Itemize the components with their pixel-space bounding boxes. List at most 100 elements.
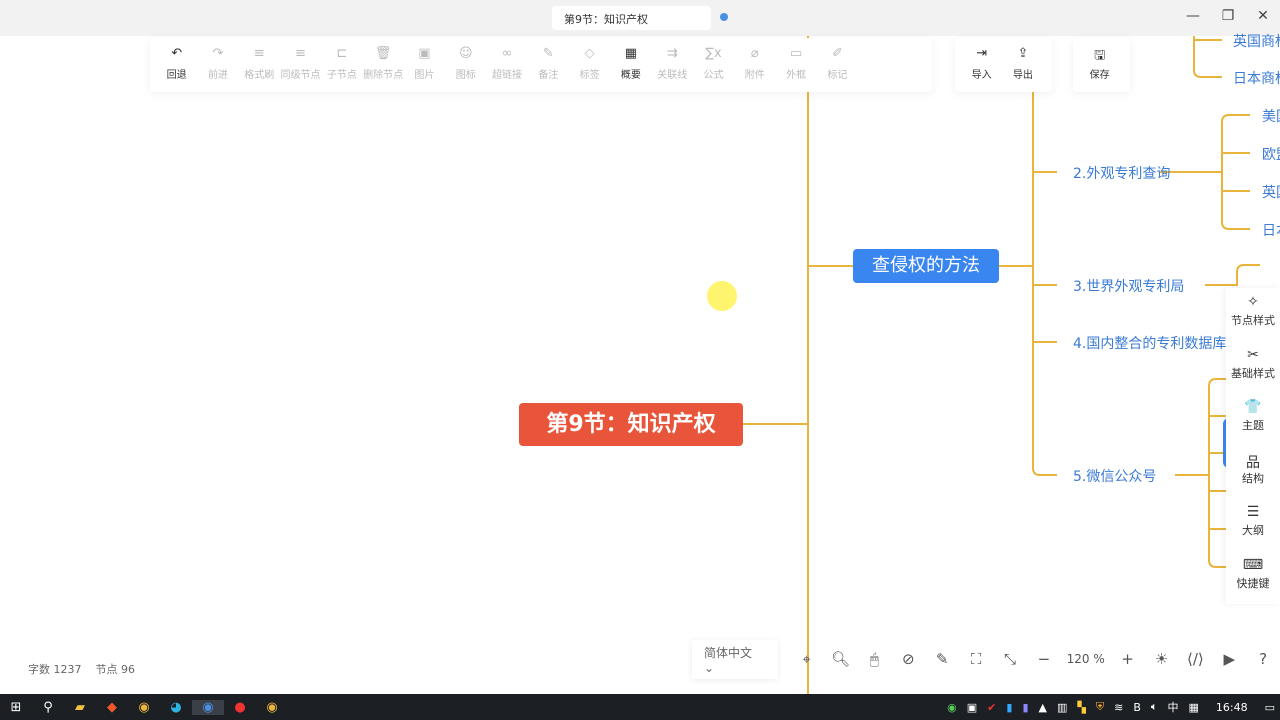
formula-icon: ∑x xyxy=(705,46,722,61)
marker-icon: ✐ xyxy=(831,46,843,61)
save-toolbar: 🖫 保存 xyxy=(1073,38,1130,92)
child-node-icon: ⊏ xyxy=(336,46,348,61)
toolbar-button-attachment[interactable]: ⌀ 附件 xyxy=(734,38,775,92)
compass-icon[interactable]: ⊘ xyxy=(891,650,925,668)
help-icon[interactable]: ? xyxy=(1246,650,1280,668)
attachment-icon: ⌀ xyxy=(750,46,759,61)
language-select[interactable]: 简体中文 ⌄ xyxy=(692,639,778,679)
redo-icon: ↷ xyxy=(212,46,224,61)
cursor-highlight xyxy=(707,281,737,311)
tag-icon: ◇ xyxy=(584,46,595,61)
chrome-icon[interactable]: ◉ xyxy=(128,700,160,715)
code-icon[interactable]: ⟨/⟩ xyxy=(1178,650,1212,668)
windows-start-icon[interactable]: ⊞ xyxy=(0,700,32,715)
tray-app-icon: ✔ xyxy=(987,700,997,714)
toolbar-button-note[interactable]: ✎ 备注 xyxy=(528,38,569,92)
zoom-out-button[interactable]: − xyxy=(1027,650,1061,668)
leaf-node[interactable]: 英国 xyxy=(1262,182,1280,202)
leaf-node[interactable]: 日本商标 xyxy=(1233,68,1280,88)
toolbar-button-trash[interactable]: 🗑 删除节点 xyxy=(362,38,403,92)
export-button[interactable]: ⇪ 导出 xyxy=(1002,38,1043,92)
child-node[interactable]: 3.世界外观专利局 xyxy=(1073,276,1184,296)
import-icon: ⇥ xyxy=(976,46,988,61)
toolbar-button-format-painter[interactable]: ≡ 格式刷 xyxy=(239,38,280,92)
relation-line-icon: ⇉ xyxy=(666,46,678,61)
toolbar-button-frame[interactable]: ▭ 外框 xyxy=(775,38,816,92)
presentation-icon[interactable]: ▶ xyxy=(1212,650,1246,668)
tray-app-icon: ▥ xyxy=(1056,700,1068,714)
root-node[interactable]: 第9节：知识产权 xyxy=(519,403,743,446)
format-painter-icon: ≡ xyxy=(253,46,265,61)
io-toolbar: ⇥ 导入 ⇪ 导出 xyxy=(955,38,1052,92)
sibling-node-icon: ≡ xyxy=(295,46,306,61)
fullscreen-icon[interactable]: ⤡ xyxy=(993,650,1027,668)
right-panel: ✧ 节点样式 ✂ 基础样式 👕 主题品结构 ☰ 大纲 ⌨ 快捷键 xyxy=(1226,288,1280,604)
panel-node-style-button[interactable]: ✧ 节点样式 xyxy=(1226,288,1280,341)
tray-app-icon: ▮ xyxy=(1006,700,1013,714)
edge-icon[interactable]: ◕ xyxy=(160,700,192,715)
toolbar-button-redo[interactable]: ↷ 前进 xyxy=(197,38,238,92)
save-button[interactable]: 🖫 保存 xyxy=(1079,38,1120,92)
system-tray: ◉ ▣ ✔ ▮ ▮ ▲ ▥ ▚ ⛨ ≋ B 🔈︎ 中 ▦ 16:48 ▭ xyxy=(942,694,1280,720)
word-count: 1237 xyxy=(53,663,82,676)
toolbar-button-image[interactable]: ▣ 图片 xyxy=(404,38,445,92)
structure-icon: 品 xyxy=(1246,454,1260,471)
chrome-icon[interactable]: ◉ xyxy=(256,700,288,715)
child-node[interactable]: 4.国内整合的专利数据库 xyxy=(1073,333,1226,353)
node-count: 96 xyxy=(121,663,135,676)
export-icon: ⇪ xyxy=(1017,46,1029,61)
mindmap-app-icon[interactable]: ◉ xyxy=(192,699,224,715)
panel-theme-button[interactable]: 👕 主题 xyxy=(1226,393,1280,446)
toolbar-button-smiley[interactable]: ☺ 图标 xyxy=(445,38,486,92)
child-node[interactable]: 5.微信公众号 xyxy=(1073,466,1156,486)
fit-screen-icon[interactable]: ⛶ xyxy=(959,650,993,668)
toolbar-button-child-node[interactable]: ⊏ 子节点 xyxy=(321,38,362,92)
brave-icon[interactable]: ◆ xyxy=(96,700,128,715)
tray-app-icon: ▮ xyxy=(1022,700,1029,714)
volume-icon: 🔈︎ xyxy=(1150,700,1158,713)
panel-basic-style-button[interactable]: ✂ 基础样式 xyxy=(1226,341,1280,394)
clock[interactable]: 16:48 xyxy=(1216,701,1248,714)
child-node[interactable]: 2.外观专利查询 xyxy=(1073,163,1170,183)
shortcuts-icon: ⌨ xyxy=(1242,556,1264,573)
panel-structure-button[interactable]: 品结构 xyxy=(1226,446,1280,499)
edit-icon[interactable]: ✎ xyxy=(925,650,959,668)
mouse-icon[interactable]: 🖱︎ xyxy=(857,650,891,668)
trash-icon: 🗑 xyxy=(374,46,392,61)
main-topic-node[interactable]: 查侵权的方法 xyxy=(853,249,999,283)
search-icon[interactable]: 🔍︎ xyxy=(824,650,858,668)
toolbar-button-relation-line[interactable]: ⇉ 关联线 xyxy=(652,38,693,92)
zoom-level: 120 % xyxy=(1066,652,1105,666)
toolbar-button-tag[interactable]: ◇ 标签 xyxy=(569,38,610,92)
toolbar-button-undo[interactable]: ↶ 回退 xyxy=(156,38,197,92)
leaf-node[interactable]: 日本 xyxy=(1262,220,1280,240)
tray-app-icon: ▣ xyxy=(966,700,978,714)
import-button[interactable]: ⇥ 导入 xyxy=(961,38,1002,92)
toolbar-button-summary[interactable]: ▦ 概要 xyxy=(610,38,651,92)
bottom-toolbar: 简体中文 ⌄ ⌖ 🔍︎ 🖱︎ ⊘ ✎ ⛶ ⤡ − 120 % + ☀ ⟨/⟩ ▶… xyxy=(692,639,1280,679)
summary-icon: ▦ xyxy=(624,46,638,61)
toolbar-button-marker[interactable]: ✐ 标记 xyxy=(817,38,858,92)
image-icon: ▣ xyxy=(418,46,431,61)
toolbar-button-formula[interactable]: ∑x 公式 xyxy=(693,38,734,92)
file-explorer-icon[interactable]: ▰ xyxy=(64,700,96,715)
save-icon: 🖫 xyxy=(1094,48,1106,63)
search-icon[interactable]: ⚲ xyxy=(32,700,64,715)
tray-app-icon: ⛨ xyxy=(1095,700,1105,713)
mindmap-connectors xyxy=(743,36,1260,694)
ime-indicator[interactable]: 中 xyxy=(1167,699,1178,715)
panel-shortcuts-button[interactable]: ⌨ 快捷键 xyxy=(1226,551,1280,604)
recorder-icon[interactable]: ● xyxy=(224,700,256,715)
toolbar-button-sibling-node[interactable]: ≡ 同级节点 xyxy=(280,38,321,92)
leaf-node[interactable]: 英国商标 xyxy=(1233,31,1280,51)
main-toolbar: ↶ 回退 ↷ 前进 ≡ 格式刷 ≡ 同级节点 ⊏ 子节点 🗑 删除节点 ▣ 图片 ☺ 图标 ∞ 超链接 ✎ 备注 ◇ 标签… xyxy=(150,38,932,92)
tray-app-icon: ▚ xyxy=(1077,700,1086,714)
zoom-in-button[interactable]: + xyxy=(1111,650,1145,668)
leaf-node[interactable]: 美国 xyxy=(1262,106,1280,126)
panel-outline-button[interactable]: ☰ 大纲 xyxy=(1226,498,1280,551)
theme-sun-icon[interactable]: ☀ xyxy=(1145,650,1179,668)
notification-icon[interactable]: ▭ xyxy=(1265,701,1275,714)
leaf-node[interactable]: 欧盟 xyxy=(1262,144,1280,164)
toolbar-button-link[interactable]: ∞ 超链接 xyxy=(486,38,527,92)
locate-icon[interactable]: ⌖ xyxy=(790,650,824,668)
